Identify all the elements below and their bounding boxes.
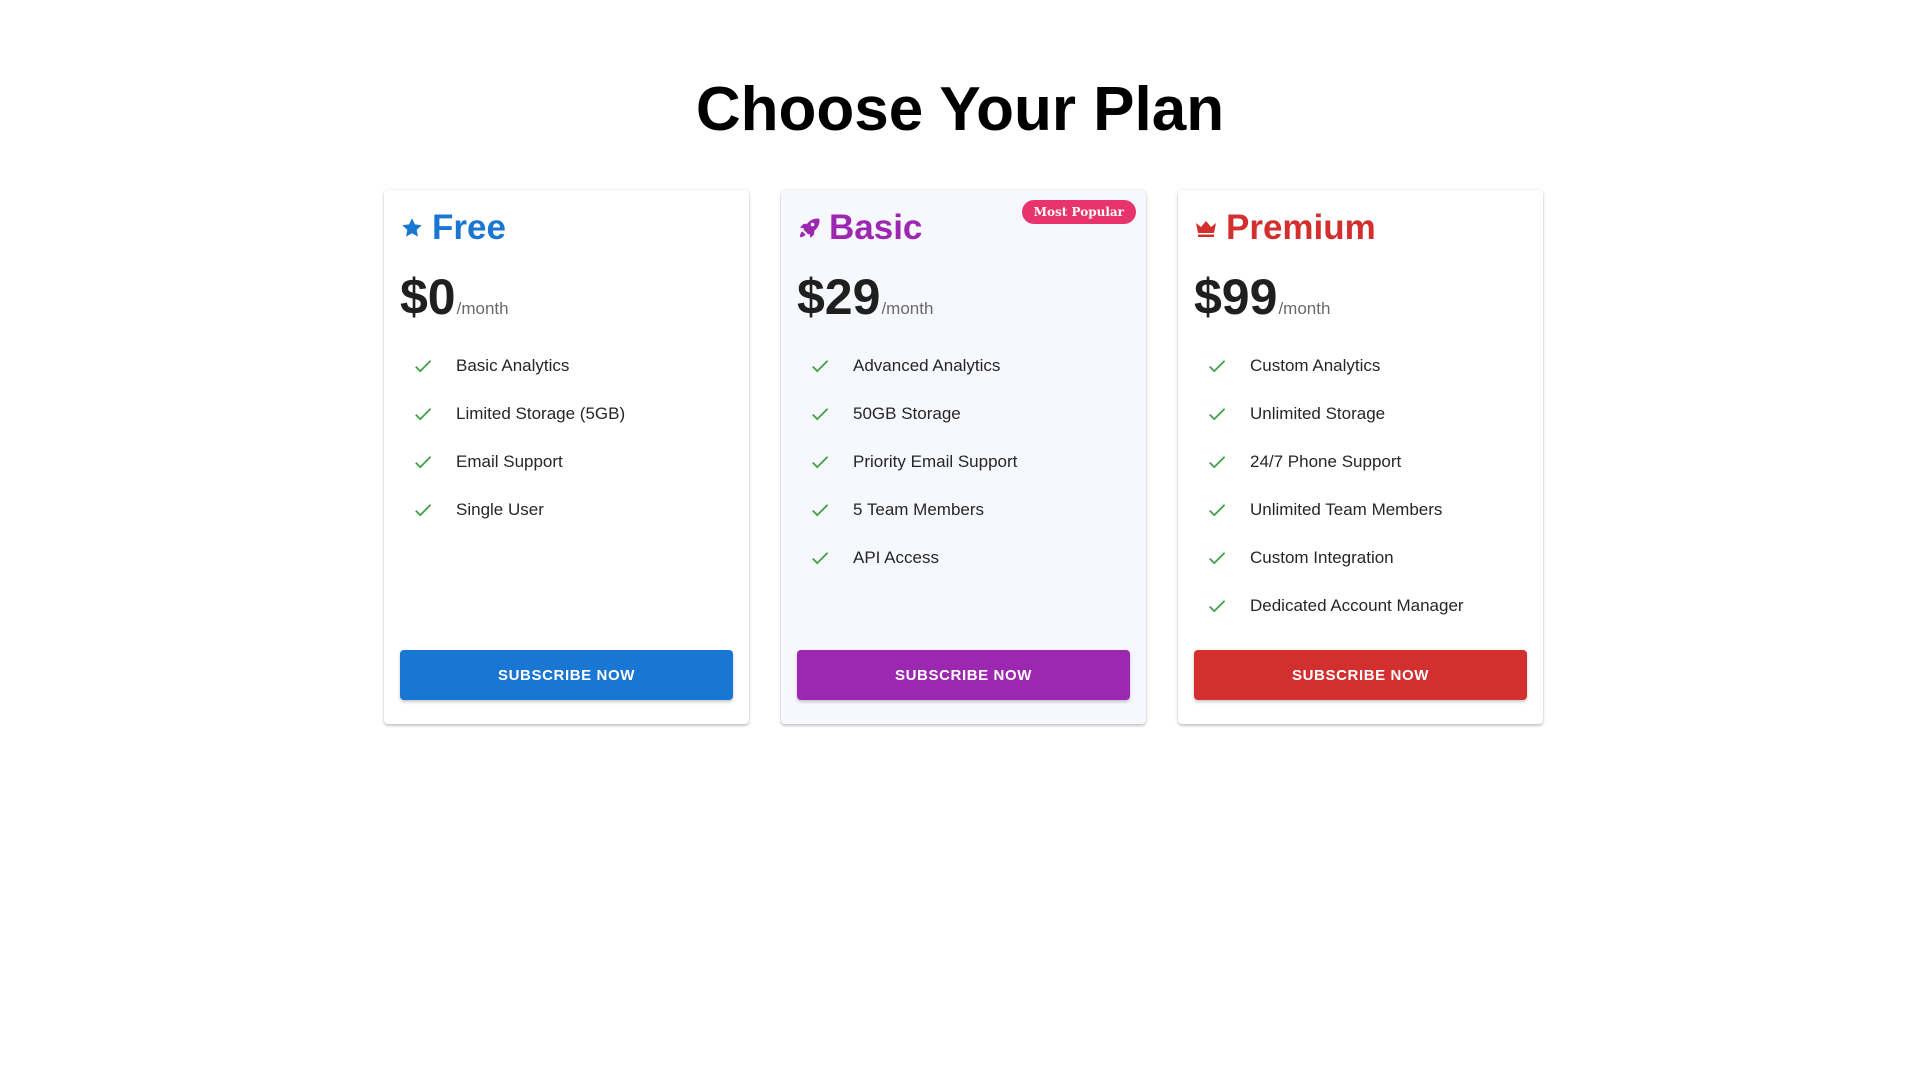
feature-item: Limited Storage (5GB) — [400, 390, 733, 438]
feature-label: Basic Analytics — [456, 356, 570, 375]
check-icon — [1194, 499, 1250, 521]
feature-item: Unlimited Storage — [1194, 390, 1527, 438]
feature-label: Custom Integration — [1250, 548, 1394, 567]
check-icon — [400, 355, 456, 377]
check-icon — [797, 499, 853, 521]
check-icon — [400, 451, 456, 473]
price-row: $99 /month — [1194, 268, 1527, 325]
price-period: /month — [881, 299, 934, 318]
plan-name: Basic — [829, 208, 923, 247]
plan-card-free: Free $0 /month Basic Analytics Limited S… — [384, 190, 749, 724]
feature-item: 24/7 Phone Support — [1194, 438, 1527, 486]
feature-item: API Access — [797, 534, 1130, 582]
crown-icon — [1194, 215, 1220, 241]
check-icon — [797, 355, 853, 377]
price-period: /month — [1278, 299, 1331, 318]
feature-item: Dedicated Account Manager — [1194, 582, 1527, 630]
feature-item: Advanced Analytics — [797, 342, 1130, 390]
check-icon — [797, 547, 853, 569]
feature-item: 5 Team Members — [797, 486, 1130, 534]
plan-price: $99 — [1194, 269, 1278, 325]
feature-label: Priority Email Support — [853, 452, 1018, 471]
feature-label: Limited Storage (5GB) — [456, 404, 626, 423]
star-icon — [400, 215, 426, 241]
plan-card-premium: Premium $99 /month Custom Analytics Unli… — [1178, 190, 1543, 724]
plan-header: Premium — [1194, 208, 1527, 248]
subscribe-button-basic[interactable]: SUBSCRIBE NOW — [797, 650, 1130, 700]
check-icon — [1194, 355, 1250, 377]
plan-header: Free — [400, 208, 733, 248]
feature-label: Dedicated Account Manager — [1250, 596, 1464, 615]
plan-name: Premium — [1226, 208, 1376, 247]
check-icon — [1194, 547, 1250, 569]
check-icon — [1194, 451, 1250, 473]
feature-item: Custom Integration — [1194, 534, 1527, 582]
feature-label: Single User — [456, 500, 544, 519]
feature-label: 24/7 Phone Support — [1250, 452, 1402, 471]
plan-name: Free — [432, 208, 506, 247]
feature-label: Unlimited Team Members — [1250, 500, 1443, 519]
feature-label: 5 Team Members — [853, 500, 985, 519]
check-icon — [400, 403, 456, 425]
plans-container: Free $0 /month Basic Analytics Limited S… — [384, 190, 1543, 724]
feature-item: 50GB Storage — [797, 390, 1130, 438]
price-row: $29 /month — [797, 268, 1130, 325]
feature-label: Unlimited Storage — [1250, 404, 1386, 423]
price-row: $0 /month — [400, 268, 733, 325]
feature-item: Custom Analytics — [1194, 342, 1527, 390]
check-icon — [797, 451, 853, 473]
plan-price: $29 — [797, 269, 881, 325]
check-icon — [1194, 595, 1250, 617]
feature-item: Single User — [400, 486, 733, 534]
feature-item: Email Support — [400, 438, 733, 486]
plan-price: $0 — [400, 269, 456, 325]
price-period: /month — [456, 299, 509, 318]
rocket-icon — [797, 215, 823, 241]
subscribe-button-free[interactable]: SUBSCRIBE NOW — [400, 650, 733, 700]
feature-item: Priority Email Support — [797, 438, 1130, 486]
feature-label: 50GB Storage — [853, 404, 961, 423]
plan-card-basic: Most Popular Basic $29 /month Advanced A… — [781, 190, 1146, 724]
most-popular-badge: Most Popular — [1021, 200, 1136, 224]
check-icon — [1194, 403, 1250, 425]
page-title: Choose Your Plan — [695, 75, 1225, 144]
check-icon — [400, 499, 456, 521]
feature-item: Basic Analytics — [400, 342, 733, 390]
feature-label: Advanced Analytics — [853, 356, 1001, 375]
feature-label: Custom Analytics — [1250, 356, 1381, 375]
feature-list: Custom Analytics Unlimited Storage 24/7 … — [1194, 342, 1527, 630]
subscribe-button-premium[interactable]: SUBSCRIBE NOW — [1194, 650, 1527, 700]
feature-label: Email Support — [456, 452, 563, 471]
feature-list: Basic Analytics Limited Storage (5GB) Em… — [400, 342, 733, 534]
feature-item: Unlimited Team Members — [1194, 486, 1527, 534]
check-icon — [797, 403, 853, 425]
feature-label: API Access — [853, 548, 939, 567]
feature-list: Advanced Analytics 50GB Storage Priority… — [797, 342, 1130, 582]
